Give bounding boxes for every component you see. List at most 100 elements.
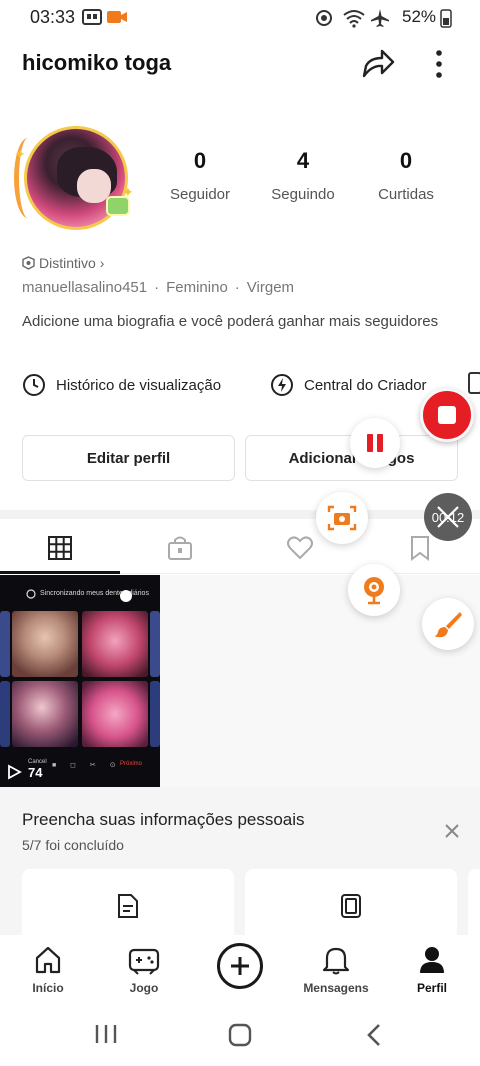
airplane-icon xyxy=(371,9,389,27)
chevron-right-icon: › xyxy=(99,255,105,271)
recorder-stop-button[interactable] xyxy=(420,388,474,442)
nav-label: Jogo xyxy=(129,981,159,995)
back-icon[interactable] xyxy=(364,1022,384,1048)
notification-icon xyxy=(82,9,102,25)
stat-label: Seguindo xyxy=(271,186,335,203)
creator-center-link[interactable]: Central do Criador xyxy=(270,373,427,397)
profile-sign: Virgem xyxy=(246,279,295,296)
video-thumbnail[interactable]: Sincronizando meus dentes diários Cancel… xyxy=(0,575,160,787)
tab-videos[interactable] xyxy=(0,522,120,574)
battery-percent: 52% xyxy=(402,7,437,26)
video-frame xyxy=(82,611,148,677)
bookmark-icon xyxy=(411,536,429,561)
video-frame xyxy=(150,611,160,677)
document-icon xyxy=(118,894,138,918)
nav-game[interactable]: Jogo xyxy=(99,945,189,995)
stat-likes[interactable]: 0 Curtidas xyxy=(351,148,461,203)
history-link[interactable]: Histórico de visualização xyxy=(22,373,221,397)
play-icon xyxy=(8,764,22,780)
home-icon xyxy=(35,946,61,974)
stat-label: Seguidor xyxy=(169,186,231,203)
id-card-icon xyxy=(341,894,361,918)
stat-value: 4 xyxy=(296,148,310,173)
video-next-text: Próximo xyxy=(120,761,143,767)
badge-label: Distintivo xyxy=(39,255,96,271)
recent-apps-icon[interactable] xyxy=(94,1023,118,1045)
video-frame xyxy=(82,681,148,747)
nav-profile[interactable]: Perfil xyxy=(387,945,477,995)
video-frame xyxy=(0,611,10,677)
webcam-icon xyxy=(364,577,384,605)
video-frame xyxy=(0,681,10,747)
screenshot-icon xyxy=(327,505,357,531)
moon-icon xyxy=(26,589,36,599)
video-header-text: Sincronizando meus dentes diários xyxy=(40,590,149,597)
stat-followers[interactable]: 0 Seguidor xyxy=(145,148,255,203)
grid-icon xyxy=(48,536,72,560)
section-divider xyxy=(0,510,480,519)
bell-icon xyxy=(322,947,350,975)
badge-link[interactable]: Distintivo › xyxy=(22,255,104,271)
sync-icon xyxy=(316,10,332,26)
nav-label: Perfil xyxy=(416,981,447,995)
home-button-icon[interactable] xyxy=(227,1022,253,1048)
system-navigation xyxy=(0,1005,480,1066)
nav-home[interactable]: Início xyxy=(3,945,93,995)
shopping-bag-icon[interactable] xyxy=(468,372,480,394)
sparkle-icon: ✦ xyxy=(14,146,26,162)
status-bar: 03:33 52% xyxy=(0,0,480,34)
create-button[interactable] xyxy=(217,943,263,989)
content-tabs xyxy=(0,522,480,574)
gamepad-icon xyxy=(128,948,160,975)
history-label: Histórico de visualização xyxy=(56,376,222,394)
recorder-timer[interactable]: 00:12 xyxy=(424,493,472,541)
profile-gender: Feminino xyxy=(166,279,228,296)
video-frame xyxy=(12,611,78,677)
personal-info-progress: 5/7 foi concluído xyxy=(22,837,124,853)
profile-handle: manuellasalino451 xyxy=(22,279,148,296)
share-icon[interactable] xyxy=(360,46,396,82)
personal-info-prompt: Preencha suas informações pessoais 5/7 f… xyxy=(0,787,480,949)
tab-private[interactable] xyxy=(120,522,240,574)
battery-icon xyxy=(440,9,452,28)
video-frame xyxy=(12,681,78,747)
lightning-icon xyxy=(271,374,293,396)
clock-icon xyxy=(23,374,45,396)
close-icon[interactable] xyxy=(440,819,464,843)
recorder-webcam-button[interactable] xyxy=(348,564,400,616)
stat-value: 0 xyxy=(193,148,207,173)
more-options-icon[interactable] xyxy=(426,46,452,82)
plus-icon xyxy=(231,957,249,975)
pause-icon xyxy=(367,434,383,452)
status-time: 03:33 xyxy=(30,7,76,27)
sparkle-icon: ✦ xyxy=(122,184,134,200)
stat-following[interactable]: 4 Seguindo xyxy=(248,148,358,203)
profile-info-line: manuellasalino451 · Feminino · Virgem xyxy=(22,279,294,296)
bottom-navigation: Início Jogo Mensagens Perfil xyxy=(0,935,480,1005)
brush-icon xyxy=(434,612,462,638)
recorder-screenshot-button[interactable] xyxy=(316,492,368,544)
lock-bag-icon xyxy=(168,536,192,560)
close-overlay-icon xyxy=(437,506,459,528)
edit-profile-button[interactable]: Editar perfil xyxy=(22,435,235,481)
video-record-icon xyxy=(107,11,127,23)
separator: · xyxy=(234,279,240,296)
separator: · xyxy=(154,279,160,296)
avatar[interactable]: ✦ ✦ xyxy=(14,122,134,234)
personal-info-title: Preencha suas informações pessoais xyxy=(22,810,305,829)
nav-messages[interactable]: Mensagens xyxy=(291,945,381,995)
stop-icon xyxy=(438,406,456,424)
tab-active-indicator xyxy=(0,571,120,574)
creator-center-label: Central do Criador xyxy=(304,376,427,394)
wifi-icon xyxy=(343,10,365,28)
recorder-draw-button[interactable] xyxy=(422,598,474,650)
badge-icon xyxy=(22,256,35,270)
profile-username: hicomiko toga xyxy=(22,50,172,75)
video-tools: ■ ◻ ✂ ⊙ xyxy=(52,762,122,769)
person-icon xyxy=(420,947,444,973)
profile-bio[interactable]: Adicione uma biografia e você poderá gan… xyxy=(22,312,442,331)
stat-label: Curtidas xyxy=(378,186,434,203)
video-frame xyxy=(150,681,160,747)
recorder-pause-button[interactable] xyxy=(350,418,400,468)
video-view-count: 74 xyxy=(28,765,43,780)
